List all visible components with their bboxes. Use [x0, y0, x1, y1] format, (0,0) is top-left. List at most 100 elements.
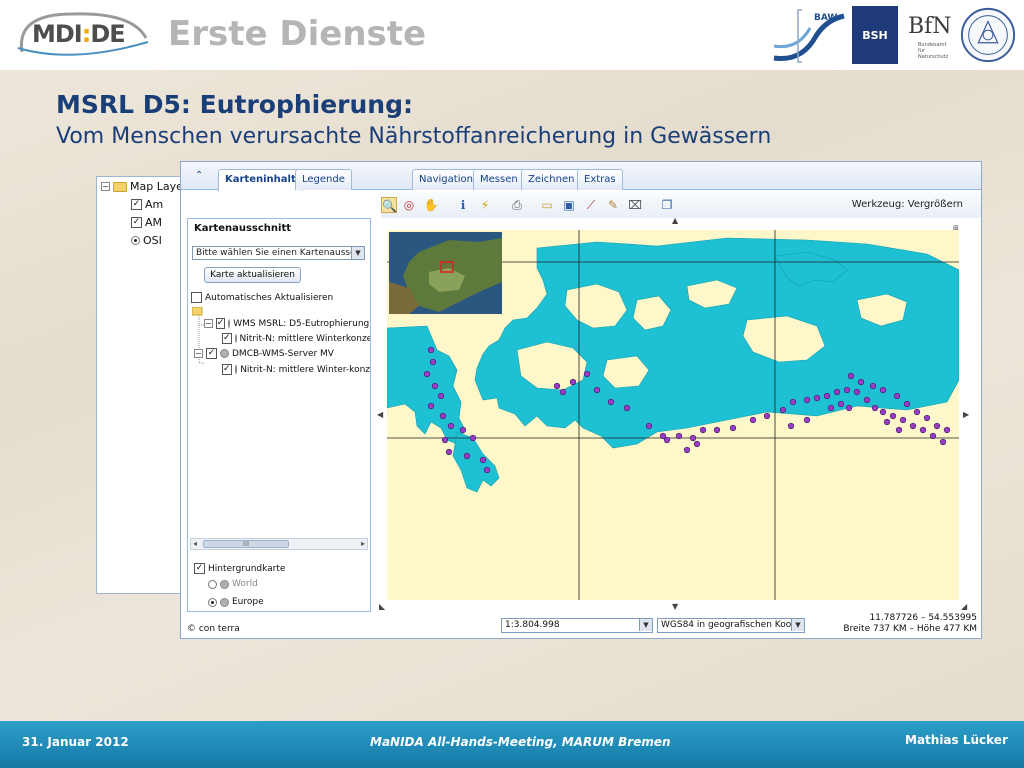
station-marker[interactable] [749, 416, 757, 424]
station-marker[interactable] [623, 404, 631, 412]
zoom-out-icon[interactable]: ◎ [401, 197, 417, 213]
station-marker[interactable] [699, 426, 707, 434]
scroll-thumb[interactable]: III [203, 540, 289, 548]
station-marker[interactable] [827, 404, 835, 412]
station-marker[interactable] [803, 416, 811, 424]
station-marker[interactable] [843, 386, 851, 394]
layer-checkbox[interactable]: ✓ [131, 217, 142, 228]
station-marker[interactable] [437, 392, 445, 400]
pan-down-left-icon[interactable]: ◣ [379, 602, 385, 611]
station-marker[interactable] [903, 400, 911, 408]
station-marker[interactable] [559, 388, 567, 396]
station-marker[interactable] [593, 386, 601, 394]
station-marker[interactable] [779, 406, 787, 414]
station-marker[interactable] [427, 402, 435, 410]
station-marker[interactable] [463, 452, 471, 460]
radio-world[interactable] [208, 579, 217, 589]
station-marker[interactable] [909, 422, 917, 430]
station-marker[interactable] [441, 436, 449, 444]
station-marker[interactable] [787, 422, 795, 430]
tab-zeichnen[interactable]: Zeichnen [521, 169, 582, 190]
station-marker[interactable] [853, 388, 861, 396]
chart-icon[interactable]: ⟋ [583, 197, 599, 213]
station-marker[interactable] [863, 396, 871, 404]
extent-select[interactable]: Bitte wählen Sie einen Kartenausschr ▼ [192, 246, 365, 260]
station-marker[interactable] [447, 422, 455, 430]
tab-legende[interactable]: Legende [295, 169, 352, 190]
station-marker[interactable] [837, 400, 845, 408]
map-layers-root[interactable]: − Map Layer [101, 180, 187, 193]
station-marker[interactable] [813, 394, 821, 402]
station-marker[interactable] [569, 378, 577, 386]
station-marker[interactable] [845, 404, 853, 412]
layer-tree-item[interactable]: ✓ Nitrit-N: mittlere Winterkonze [222, 333, 370, 344]
layer-checkbox[interactable]: ✓ [206, 348, 217, 359]
station-marker[interactable] [763, 412, 771, 420]
station-marker[interactable] [857, 378, 865, 386]
station-marker[interactable] [675, 432, 683, 440]
overview-map[interactable] [389, 232, 502, 314]
station-marker[interactable] [871, 404, 879, 412]
station-marker[interactable] [713, 426, 721, 434]
station-marker[interactable] [483, 466, 491, 474]
layer-tree-item[interactable]: − ✓ WMS MSRL: D5-Eutrophierung (st [204, 318, 370, 329]
station-marker[interactable] [803, 396, 811, 404]
map-area[interactable]: ▲ ▼ ◀ ▶ ⊞ ◢ ◣ [377, 216, 971, 612]
background-map-checkbox[interactable]: ✓ [194, 563, 205, 574]
station-marker[interactable] [663, 436, 671, 444]
refresh-map-button[interactable]: Karte aktualisieren [204, 267, 301, 283]
station-marker[interactable] [689, 434, 697, 442]
station-marker[interactable] [459, 426, 467, 434]
station-marker[interactable] [933, 422, 941, 430]
station-marker[interactable] [919, 426, 927, 434]
layer-tree-item[interactable]: − ✓ DMCB-WMS-Server MV [194, 348, 370, 359]
background-option-europe[interactable]: Europe [208, 597, 264, 607]
collapse-icon[interactable]: − [194, 349, 203, 358]
station-marker[interactable] [869, 382, 877, 390]
pan-right-icon[interactable]: ▶ [963, 410, 969, 419]
auto-refresh-checkbox[interactable] [191, 292, 202, 303]
station-marker[interactable] [439, 412, 447, 420]
collapse-icon[interactable]: − [204, 319, 213, 328]
info-icon[interactable]: ℹ [455, 197, 471, 213]
station-marker[interactable] [553, 382, 561, 390]
pan-hand-icon[interactable]: ✋ [423, 197, 439, 213]
station-marker[interactable] [939, 438, 947, 446]
station-marker[interactable] [469, 434, 477, 442]
station-marker[interactable] [479, 456, 487, 464]
station-marker[interactable] [427, 346, 435, 354]
station-marker[interactable] [789, 398, 797, 406]
background-option-world[interactable]: World [208, 579, 258, 589]
tab-navigation[interactable]: Navigation [412, 169, 480, 190]
station-marker[interactable] [879, 408, 887, 416]
station-marker[interactable] [583, 370, 591, 378]
station-marker[interactable] [431, 382, 439, 390]
station-marker[interactable] [883, 418, 891, 426]
station-marker[interactable] [943, 426, 951, 434]
horizontal-scrollbar[interactable]: ◂ III ▸ [190, 538, 368, 550]
tab-extras[interactable]: Extras [577, 169, 623, 190]
collapse-panel-icon[interactable]: ⌃ [195, 170, 203, 181]
station-marker[interactable] [879, 386, 887, 394]
map-layer-row[interactable]: ✓ AM [131, 216, 162, 229]
layer-checkbox[interactable]: ✓ [131, 199, 142, 210]
tab-karteninhalt[interactable]: Karteninhalt [218, 169, 303, 191]
background-map-option[interactable]: ✓ Hintergrundkarte [194, 563, 285, 574]
pan-left-icon[interactable]: ◀ [377, 410, 383, 419]
scroll-left-icon[interactable]: ◂ [193, 539, 197, 549]
layer-checkbox[interactable]: ✓ [222, 333, 232, 344]
layer-radio[interactable] [131, 236, 140, 245]
projection-select[interactable]: WGS84 in geografischen Koorc ▼ [657, 618, 805, 633]
station-marker[interactable] [833, 388, 841, 396]
layers-window-icon[interactable]: ❐ [659, 197, 675, 213]
pan-up-icon[interactable]: ▲ [672, 216, 678, 225]
scroll-right-icon[interactable]: ▸ [361, 539, 365, 549]
station-marker[interactable] [607, 398, 615, 406]
station-marker[interactable] [445, 448, 453, 456]
station-marker[interactable] [893, 392, 901, 400]
chevron-down-icon[interactable]: ▼ [351, 247, 364, 259]
station-marker[interactable] [889, 412, 897, 420]
edit-icon[interactable]: ✎ [605, 197, 621, 213]
station-marker[interactable] [645, 422, 653, 430]
map-layer-row[interactable]: ✓ Am [131, 198, 163, 211]
